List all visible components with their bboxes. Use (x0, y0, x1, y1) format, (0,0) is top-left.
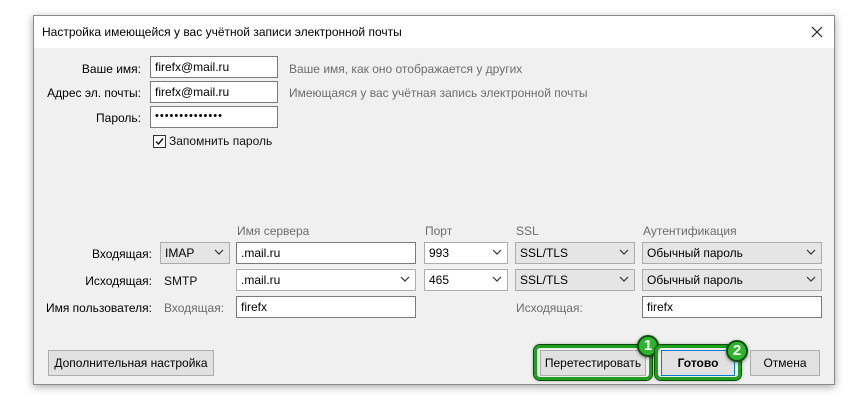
outgoing-port-value: 465 (429, 273, 450, 287)
incoming-protocol-value: IMAP (165, 246, 195, 260)
username-label: Имя пользователя: (45, 301, 152, 315)
close-icon (811, 26, 823, 38)
auth-header: Аутентификация (643, 224, 737, 238)
outgoing-hostname-value: .mail.ru (241, 273, 281, 287)
name-label: Ваше имя: (81, 62, 141, 76)
chevron-down-icon (806, 249, 816, 255)
incoming-label: Входящая: (91, 247, 152, 261)
chevron-down-icon (492, 276, 502, 282)
password-field[interactable]: •••••••••••••• (150, 106, 278, 128)
outgoing-hostname-combo[interactable]: .mail.ru (236, 269, 416, 291)
email-field[interactable]: firefx@mail.ru (150, 81, 278, 103)
username-incoming-label: Входящая: (164, 301, 225, 315)
incoming-port-combo[interactable]: 993 (424, 242, 508, 264)
email-hint: Имеющаяся у вас учётная запись электронн… (289, 86, 588, 100)
incoming-ssl-select[interactable]: SSL/TLS (515, 242, 635, 264)
outgoing-port-combo[interactable]: 465 (424, 269, 508, 291)
chevron-down-icon (806, 276, 816, 282)
chevron-down-icon (619, 276, 629, 282)
step-badge-2: 2 (726, 340, 748, 362)
close-button[interactable] (806, 21, 828, 43)
title-bar: Настройка имеющейся у вас учётной записи… (34, 16, 834, 48)
outgoing-label: Исходящая: (85, 274, 152, 288)
name-field[interactable]: firefx@mail.ru (150, 56, 278, 78)
port-header: Порт (425, 224, 453, 238)
chevron-down-icon (619, 249, 629, 255)
dialog-title: Настройка имеющейся у вас учётной записи… (42, 25, 402, 39)
password-label: Пароль: (96, 111, 141, 125)
incoming-ssl-value: SSL/TLS (520, 246, 569, 260)
outgoing-ssl-select[interactable]: SSL/TLS (515, 269, 635, 291)
remember-password-label: Запомнить пароль (169, 134, 273, 148)
incoming-port-value: 993 (429, 246, 450, 260)
outgoing-auth-select[interactable]: Обычный пароль (642, 269, 822, 291)
server-name-header: Имя сервера (237, 224, 310, 238)
checkbox-box[interactable] (153, 135, 166, 148)
outgoing-auth-value: Обычный пароль (647, 273, 743, 287)
outgoing-protocol: SMTP (164, 274, 198, 288)
chevron-down-icon (492, 249, 502, 255)
ssl-header: SSL (516, 224, 539, 238)
incoming-hostname-field[interactable]: .mail.ru (236, 242, 416, 264)
username-incoming-field[interactable]: firefx (236, 296, 416, 318)
username-outgoing-label: Исходящая: (516, 301, 583, 315)
incoming-auth-value: Обычный пароль (647, 246, 743, 260)
email-label: Адрес эл. почты: (47, 86, 141, 100)
advanced-settings-button[interactable]: Дополнительная настройка (48, 350, 214, 376)
retest-button[interactable]: Перетестировать (540, 350, 646, 376)
account-setup-dialog: Настройка имеющейся у вас учётной записи… (33, 15, 835, 385)
cancel-button[interactable]: Отмена (750, 350, 820, 376)
done-button[interactable]: Готово (661, 350, 735, 376)
outgoing-ssl-value: SSL/TLS (520, 273, 569, 287)
incoming-auth-select[interactable]: Обычный пароль (642, 242, 822, 264)
chevron-down-icon (400, 276, 410, 282)
incoming-protocol-select[interactable]: IMAP (160, 242, 230, 264)
chevron-down-icon (214, 249, 224, 255)
username-outgoing-field[interactable]: firefx (642, 296, 822, 318)
name-hint: Ваше имя, как оно отображается у других (289, 62, 523, 76)
checkmark-icon (155, 138, 164, 146)
